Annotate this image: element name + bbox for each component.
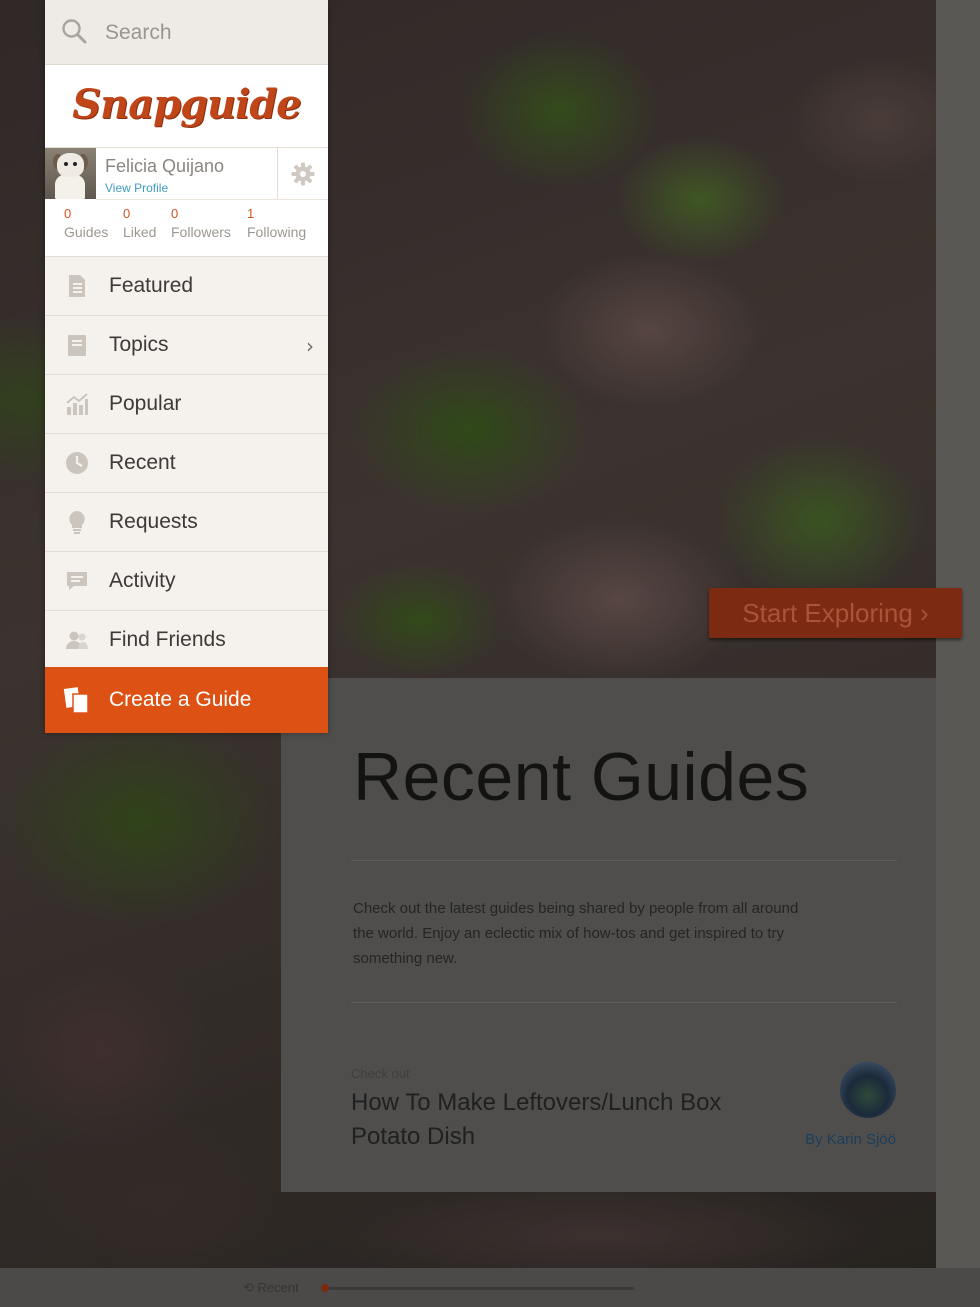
snapguide-logo: Snapguide	[72, 81, 302, 128]
menu-item-activity[interactable]: Activity	[45, 552, 328, 611]
sidebar: Snapguide Felicia Quijano View Profile	[45, 0, 328, 733]
menu-item-requests[interactable]: Requests	[45, 493, 328, 552]
menu-item-label: Activity	[109, 569, 176, 592]
divider	[96, 199, 328, 200]
stat-value: 0	[123, 206, 131, 221]
stat-following[interactable]: 1 Following	[247, 206, 306, 240]
chart-icon	[66, 393, 88, 415]
stat-label: Guides	[64, 224, 109, 240]
menu-item-label: Topics	[109, 333, 169, 356]
stat-value: 0	[171, 206, 179, 221]
page-progress-track[interactable]	[322, 1287, 634, 1290]
check-out-label: Check out	[351, 1066, 410, 1081]
author-link[interactable]: By Karin Sjöö	[805, 1131, 896, 1148]
chat-icon	[67, 572, 87, 590]
stat-liked[interactable]: 0 Liked	[123, 206, 156, 240]
menu-item-label: Find Friends	[109, 628, 226, 651]
create-guide-label: Create a Guide	[109, 688, 252, 711]
stat-value: 1	[247, 206, 255, 221]
logo-area: Snapguide	[45, 65, 328, 148]
author-avatar[interactable]	[840, 1062, 896, 1118]
menu-item-label: Requests	[109, 510, 198, 533]
start-exploring-button[interactable]: Start Exploring ›	[709, 588, 962, 638]
stat-label: Following	[247, 224, 307, 240]
avatar[interactable]	[45, 148, 96, 199]
menu-item-recent[interactable]: Recent	[45, 434, 328, 493]
panel-title: Recent Guides	[353, 739, 810, 815]
create-guide-button[interactable]: Create a Guide	[45, 667, 328, 733]
profile-stats: 0 Guides 0 Liked 0 Followers 1 Following	[45, 206, 328, 250]
menu-item-featured[interactable]: Featured	[45, 257, 328, 316]
featured-guide-link[interactable]: How To Make Leftovers/Lunch Box Potato D…	[351, 1086, 771, 1154]
stat-label: Followers	[171, 224, 231, 240]
stat-guides[interactable]: 0 Guides	[64, 206, 108, 240]
recent-guides-panel: Recent Guides Check out the latest guide…	[281, 678, 936, 1192]
menu-item-label: Featured	[109, 274, 194, 297]
profile-name: Felicia Quijano	[105, 156, 225, 176]
nav-menu: Featured Topics › Popular Recent Request…	[45, 257, 328, 670]
gear-icon[interactable]	[290, 161, 316, 187]
search-input[interactable]	[103, 16, 317, 50]
divider	[351, 1002, 897, 1003]
bottom-bar: ⟲ Recent	[0, 1268, 980, 1307]
stat-followers[interactable]: 0 Followers	[171, 206, 231, 240]
menu-item-topics[interactable]: Topics ›	[45, 316, 328, 375]
copy-icon	[63, 687, 89, 714]
stat-label: Liked	[123, 224, 157, 240]
document-icon	[69, 275, 85, 297]
search-icon	[62, 19, 87, 44]
search-bar	[45, 0, 328, 65]
book-icon	[68, 335, 86, 356]
chevron-right-icon: ›	[306, 334, 314, 358]
lightbulb-icon	[69, 511, 85, 534]
panel-description: Check out the latest guides being shared…	[353, 900, 799, 967]
page-progress-dot[interactable]	[321, 1284, 329, 1292]
menu-item-label: Recent	[109, 451, 176, 474]
divider	[351, 860, 897, 861]
bottom-recent-label: ⟲ Recent	[243, 1280, 299, 1295]
menu-item-popular[interactable]: Popular	[45, 375, 328, 434]
divider	[277, 148, 278, 199]
menu-item-label: Popular	[109, 392, 182, 415]
profile-card: Felicia Quijano View Profile 0 Guides 0 …	[45, 148, 328, 257]
bottom-label-text: Recent	[257, 1280, 299, 1295]
stat-value: 0	[64, 206, 72, 221]
menu-item-find-friends[interactable]: Find Friends	[45, 611, 328, 670]
clock-icon	[66, 452, 88, 474]
view-profile-link[interactable]: View Profile	[105, 181, 168, 195]
people-icon	[66, 631, 88, 649]
